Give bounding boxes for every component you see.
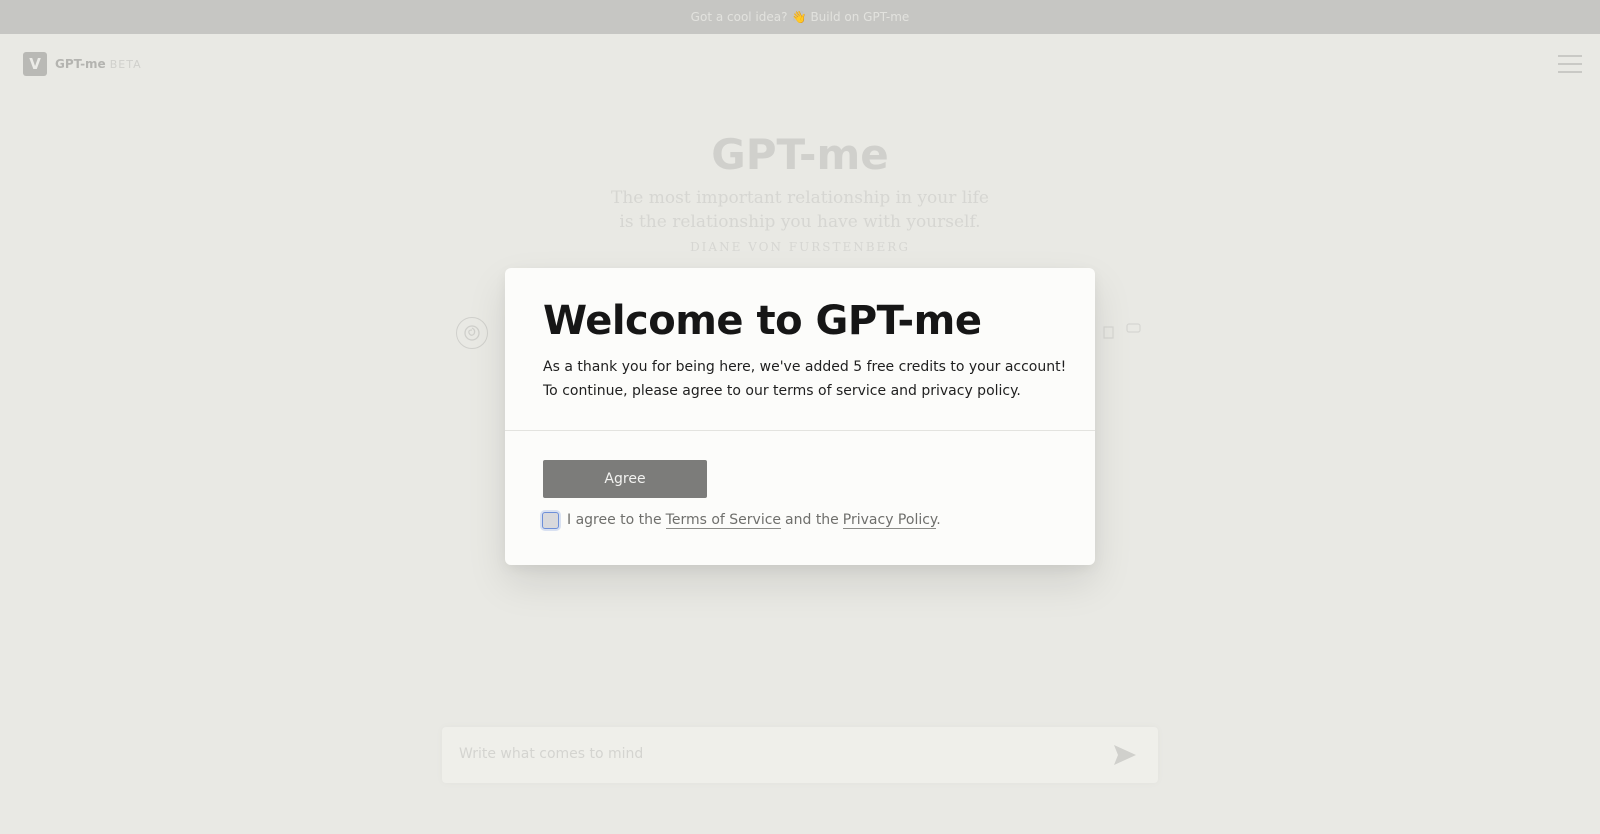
logo: V xyxy=(23,52,47,76)
composer-input[interactable]: Write what comes to mind xyxy=(459,746,643,762)
consent-row: I agree to the Terms of Service and the … xyxy=(542,512,941,529)
comment-icon[interactable] xyxy=(1126,322,1142,341)
message-composer[interactable]: Write what comes to mind xyxy=(442,727,1158,783)
send-icon[interactable] xyxy=(1112,743,1138,771)
terms-of-service-link[interactable]: Terms of Service xyxy=(665,512,782,529)
banner-text: Got a cool idea? xyxy=(690,10,788,24)
top-banner[interactable]: Got a cool idea? 👋 Build on GPT-me xyxy=(0,0,1600,34)
quote-author: DIANE VON FURSTENBERG xyxy=(690,240,910,254)
consent-checkbox[interactable] xyxy=(542,512,559,529)
brand[interactable]: V GPT-me BETA xyxy=(23,52,142,76)
banner-link[interactable]: Build on GPT-me xyxy=(810,10,909,24)
modal-message-line-1: As a thank you for being here, we've add… xyxy=(543,359,1067,375)
beta-badge: BETA xyxy=(109,57,142,71)
consent-prefix: I agree to the xyxy=(567,512,662,528)
quote: The most important relationship in your … xyxy=(0,186,1600,234)
privacy-policy-link[interactable]: Privacy Policy xyxy=(842,512,937,529)
modal-divider xyxy=(505,430,1095,431)
hero-title: GPT-me xyxy=(711,130,889,179)
spiral-icon xyxy=(456,317,488,349)
welcome-modal: Welcome to GPT-me As a thank you for bei… xyxy=(505,268,1095,565)
wave-hand-icon: 👋 xyxy=(791,10,807,24)
copy-icon[interactable] xyxy=(1102,324,1116,344)
brand-name: GPT-me xyxy=(55,57,106,71)
quote-line-1: The most important relationship in your … xyxy=(611,188,989,208)
quote-line-2: is the relationship you have with yourse… xyxy=(619,212,981,232)
consent-text: I agree to the Terms of Service and the … xyxy=(567,512,941,529)
modal-message-line-2: To continue, please agree to our terms o… xyxy=(543,383,1021,399)
consent-middle: and the xyxy=(785,512,839,528)
consent-suffix: . xyxy=(936,512,941,528)
hamburger-icon[interactable] xyxy=(1558,55,1582,73)
modal-title: Welcome to GPT-me xyxy=(543,298,982,344)
agree-button[interactable]: Agree xyxy=(543,460,707,498)
